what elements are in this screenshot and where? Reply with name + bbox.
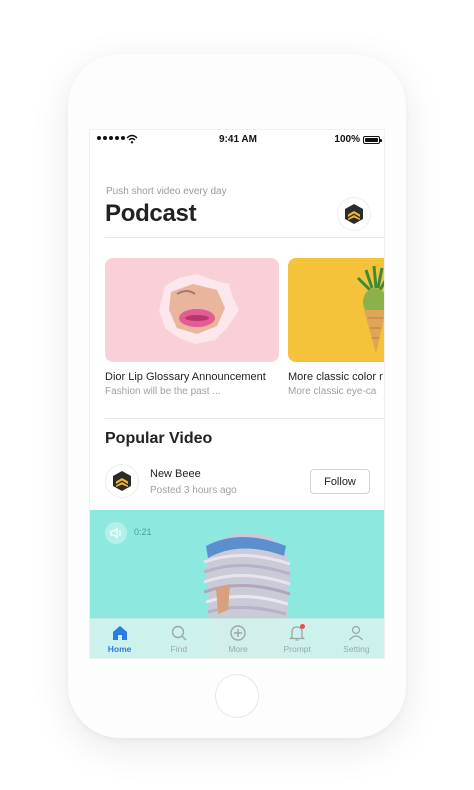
user-name[interactable]: New Beee: [150, 468, 201, 480]
tab-label: Home: [107, 644, 132, 654]
tab-bar: Home Find More Prompt Setting: [90, 618, 384, 658]
divider: [105, 237, 384, 238]
video-duration: 0:21: [134, 527, 152, 537]
tab-find[interactable]: Find: [149, 619, 208, 658]
speaker-icon: [110, 527, 121, 539]
card-subtitle: Fashion will be the past ...: [105, 386, 221, 397]
podcast-card[interactable]: Dior Lip Glossary Announcement Fashion w…: [105, 258, 279, 397]
app-screen: 9:41 AM 100% Push short video every day …: [89, 129, 385, 659]
logo-icon: [345, 204, 363, 224]
follow-button[interactable]: Follow: [310, 469, 370, 494]
podcast-carousel[interactable]: Dior Lip Glossary Announcement Fashion w…: [105, 258, 384, 408]
card-title: Dior Lip Glossary Announcement: [105, 371, 266, 383]
page-subtitle: Push short video every day: [106, 186, 227, 197]
tab-prompt[interactable]: Prompt: [268, 619, 327, 658]
home-hardware-button[interactable]: [215, 674, 259, 718]
card-thumbnail: [288, 258, 384, 362]
tab-label: More: [228, 644, 248, 654]
page-title: Podcast: [105, 200, 197, 227]
tab-home[interactable]: Home: [90, 619, 149, 658]
battery-percent: 100%: [334, 134, 360, 145]
card-title: More classic color r: [288, 371, 383, 383]
home-icon: [112, 626, 127, 640]
tab-label: Setting: [343, 644, 370, 654]
user-avatar[interactable]: [105, 464, 139, 498]
tab-label: Prompt: [283, 644, 311, 654]
divider: [105, 418, 384, 419]
section-title: Popular Video: [105, 430, 213, 447]
sound-toggle-button[interactable]: [105, 522, 127, 544]
tab-label: Find: [170, 644, 188, 654]
plus-circle-icon: [230, 625, 246, 641]
tab-more[interactable]: More: [208, 619, 267, 658]
battery-icon: [363, 136, 382, 144]
status-bar: 9:41 AM 100%: [90, 130, 384, 152]
user-icon: [349, 625, 364, 641]
card-thumbnail: [105, 258, 279, 362]
logo-icon: [113, 471, 131, 491]
lips-image: [159, 274, 239, 344]
post-time: Posted 3 hours ago: [150, 485, 237, 496]
pineapple-cone-image: [356, 265, 384, 354]
tab-setting[interactable]: Setting: [327, 619, 384, 658]
profile-avatar[interactable]: [337, 197, 371, 231]
card-subtitle: More classic eye-ca: [288, 386, 377, 397]
podcast-card[interactable]: More classic color r More classic eye-ca: [288, 258, 384, 397]
bell-icon-wrap: [288, 624, 306, 642]
search-icon: [171, 625, 187, 641]
